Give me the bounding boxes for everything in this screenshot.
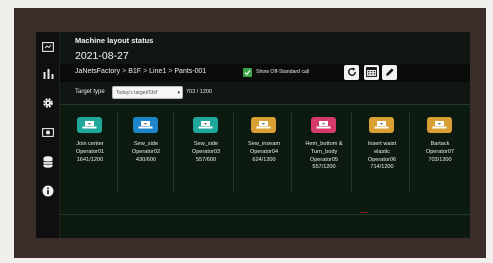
station-card[interactable]: Sew_inseam Operator04 624/1200 [236, 112, 292, 192]
machine-icon [427, 117, 452, 133]
chevron-down-icon: ▾ [177, 90, 180, 96]
station-operator: Operator05 [309, 156, 339, 163]
refresh-button[interactable] [344, 65, 359, 80]
bar-chart-icon[interactable] [39, 65, 57, 83]
station-operator: Operator01 [75, 148, 105, 155]
station-operator: Operator04 [249, 148, 279, 155]
station-name: Hem_bottom & [305, 141, 343, 147]
breadcrumb: JaNetsFactory > B1F > Line1 > Pants-001 [75, 68, 206, 75]
breadcrumb-separator: > [143, 68, 148, 75]
station-card[interactable]: Hem_bottom & Turn_body Operator05 557/12… [296, 112, 352, 192]
station-count: 714/1200 [370, 164, 394, 171]
machine-icon [133, 117, 158, 133]
breadcrumb-product[interactable]: Pants-001 [174, 68, 206, 75]
station-name: Join center [76, 141, 104, 147]
machine-icon [251, 117, 276, 133]
station-count: 703/1200 [428, 156, 452, 163]
station-name: Sew_side [193, 141, 219, 147]
grid-divider [60, 104, 470, 105]
camera-icon[interactable] [39, 123, 57, 141]
station-operator: Operator07 [425, 148, 455, 155]
target-type-value: Today's target/Shif [116, 90, 157, 96]
location-toolbar: JaNetsFactory > B1F > Line1 > Pants-001 Show O… [60, 64, 470, 82]
machine-icon [369, 117, 394, 133]
station-count: 430/600 [135, 156, 157, 163]
calendar-button[interactable] [364, 65, 379, 80]
off-standard-checkbox[interactable] [243, 68, 252, 77]
pencil-icon [385, 64, 395, 82]
monitor-icon[interactable] [39, 38, 57, 56]
station-operator: Operator02 [131, 148, 161, 155]
settings-icon[interactable] [39, 94, 57, 112]
station-card[interactable]: Bartack Operator07 703/1200 [412, 112, 468, 192]
station-count: 1641/1200 [76, 156, 104, 163]
station-card[interactable]: Join center Operator01 1641/1200 [62, 112, 118, 192]
target-type-label: Target type [75, 89, 105, 95]
station-name: Sew_side [133, 141, 159, 147]
grid-divider [60, 214, 470, 215]
station-name-line2: elastic [374, 148, 390, 155]
edit-button[interactable] [382, 65, 397, 80]
station-name: Insert waist [367, 141, 397, 147]
station-card[interactable]: Insert waist elastic Operator06 714/1200 [354, 112, 410, 192]
main-panel: Machine layout status 2021-08-27 JaNetsF… [60, 32, 470, 238]
machine-icon [77, 117, 102, 133]
station-card[interactable]: Sew_side Operator02 430/600 [118, 112, 174, 192]
breadcrumb-separator: > [122, 68, 127, 75]
station-count: 557/1200 [312, 164, 336, 171]
station-card[interactable]: Sew_side Operator03 557/600 [178, 112, 234, 192]
info-icon[interactable] [39, 182, 57, 200]
station-operator: Operator03 [191, 148, 221, 155]
breadcrumb-line[interactable]: Line1 [149, 68, 166, 75]
refresh-icon [347, 64, 357, 82]
database-icon[interactable] [39, 153, 57, 171]
sidebar [36, 32, 60, 238]
target-count: 703 / 1200 [186, 89, 212, 95]
station-operator: Operator06 [367, 156, 397, 163]
station-count: 557/600 [195, 156, 217, 163]
calendar-icon [366, 64, 377, 82]
station-name-line2: Turn_body [310, 148, 338, 155]
machine-icon [311, 117, 336, 133]
off-standard-label: Show Off-Standard call [256, 69, 310, 75]
breadcrumb-factory[interactable]: JaNetsFactory [75, 68, 120, 75]
machine-icon [193, 117, 218, 133]
station-name: Bartack [430, 141, 450, 147]
date-label: 2021-08-27 [75, 50, 129, 62]
breadcrumb-floor[interactable]: B1F [128, 68, 141, 75]
alert-indicator [360, 212, 368, 213]
page-title: Machine layout status [75, 36, 154, 45]
station-name: Sew_inseam [247, 141, 281, 147]
station-count: 624/1200 [252, 156, 276, 163]
station-grid: Join center Operator01 1641/1200 Sew_sid… [60, 104, 470, 238]
breadcrumb-separator: > [168, 68, 173, 75]
filter-bar: Target type Today's target/Shif ▾ 703 / … [60, 84, 470, 102]
target-type-select[interactable]: Today's target/Shif ▾ [112, 86, 183, 99]
